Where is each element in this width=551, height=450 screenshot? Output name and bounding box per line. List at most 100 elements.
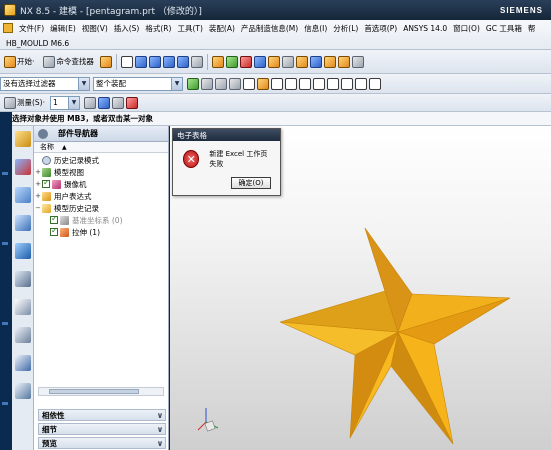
assembly-navigator-icon[interactable] <box>15 131 31 147</box>
tree-node-datum-csys[interactable]: 基准坐标系 (0) <box>34 214 168 226</box>
menu-insert[interactable]: 插入(S) <box>111 23 143 34</box>
column-name-label: 名称 <box>40 143 54 151</box>
intersection-icon[interactable] <box>313 77 325 90</box>
assembly-icon[interactable] <box>225 55 238 68</box>
wcs-icon[interactable] <box>126 96 138 109</box>
selection-filter-select[interactable]: 没有选择过滤器 ▼ <box>0 76 90 91</box>
tool-6-icon[interactable] <box>351 55 364 68</box>
mold-wizard-icon[interactable] <box>211 55 224 68</box>
scrollbar-thumb[interactable] <box>49 389 139 394</box>
tool-5-icon[interactable] <box>337 55 350 68</box>
select-feature-icon[interactable] <box>257 77 269 90</box>
horizontal-scrollbar[interactable] <box>38 387 164 396</box>
command-finder-button[interactable]: 命令查找器 <box>39 53 97 71</box>
details-panel[interactable]: 细节 ∨ <box>38 423 166 435</box>
snap-icon[interactable] <box>187 77 199 90</box>
part-navigator-icon[interactable] <box>15 187 31 203</box>
visibility-checkbox[interactable] <box>50 214 58 224</box>
gear-icon[interactable] <box>38 128 48 139</box>
revolve-icon[interactable] <box>148 55 161 68</box>
visibility-checkbox[interactable] <box>50 226 58 236</box>
show-hide-icon[interactable] <box>112 96 124 109</box>
wizard-icon[interactable] <box>99 55 112 68</box>
menu-tools[interactable]: 工具(T) <box>174 23 205 34</box>
component-icon[interactable] <box>239 55 252 68</box>
menu-format[interactable]: 格式(R) <box>142 23 174 34</box>
system-menu-icon[interactable] <box>3 23 13 33</box>
history-icon[interactable] <box>15 299 31 315</box>
tool-icon[interactable] <box>281 55 294 68</box>
folder-icon[interactable] <box>267 55 280 68</box>
web-browser-icon[interactable] <box>15 271 31 287</box>
tree-node-cameras[interactable]: + 摄像机 <box>34 178 168 190</box>
layer-settings-icon[interactable] <box>84 96 96 109</box>
visibility-checkbox[interactable] <box>42 178 50 188</box>
menu-window[interactable]: 窗口(O) <box>450 23 483 34</box>
tree-node-model-history[interactable]: − 模型历史记录 <box>34 202 168 214</box>
point-on-curve-icon[interactable] <box>369 77 381 90</box>
constraint-navigator-icon[interactable] <box>15 159 31 175</box>
curve-rule-icon[interactable] <box>215 77 227 90</box>
tree-node-extrude[interactable]: 拉伸 (1) <box>34 226 168 238</box>
tool-2-icon[interactable] <box>295 55 308 68</box>
menu-analysis[interactable]: 分析(L) <box>330 23 361 34</box>
layer-select[interactable]: 1 ▼ <box>50 95 80 110</box>
menu-file[interactable]: 文件(F) <box>16 23 47 34</box>
menu-pmi[interactable]: 产品制造信息(M) <box>238 23 301 34</box>
column-header-name[interactable]: 名称 ▲ <box>34 142 168 153</box>
process-studio-icon[interactable] <box>15 355 31 371</box>
arc-center-icon[interactable] <box>327 77 339 90</box>
preview-panel[interactable]: 预览 ∨ <box>38 437 166 449</box>
expand-icon[interactable]: + <box>34 180 42 188</box>
select-box-icon[interactable] <box>243 77 255 90</box>
boss-icon[interactable] <box>176 55 189 68</box>
selection-scope-select[interactable]: 整个装配 ▼ <box>93 76 183 91</box>
face-rule-icon[interactable] <box>229 77 241 90</box>
expand-icon[interactable]: + <box>34 192 42 200</box>
end-point-icon[interactable] <box>271 77 283 90</box>
menu-view[interactable]: 视图(V) <box>79 23 111 34</box>
new-file-icon[interactable] <box>120 55 133 68</box>
part-icon[interactable] <box>253 55 266 68</box>
move-to-layer-icon[interactable] <box>98 96 110 109</box>
start-button[interactable]: 开始· <box>0 53 37 71</box>
ok-button[interactable]: 确定(O) <box>231 177 271 189</box>
menu-assemblies[interactable]: 装配(A) <box>206 23 238 34</box>
menu-preferences[interactable]: 首选项(P) <box>361 23 400 34</box>
control-point-icon[interactable] <box>299 77 311 90</box>
measure-button[interactable]: 测量(S)· <box>0 94 48 111</box>
collapse-icon[interactable]: − <box>34 204 42 212</box>
point-icon[interactable] <box>201 77 213 90</box>
nx-app-icon[interactable] <box>4 4 16 16</box>
menu-information[interactable]: 信息(I) <box>301 23 330 34</box>
hd3d-tools-icon[interactable] <box>15 243 31 259</box>
menu-ansys[interactable]: ANSYS 14.0 <box>400 24 450 33</box>
dialog-title-bar[interactable]: 电子表格 <box>173 129 280 141</box>
title-bar: NX 8.5 - 建模 - [pentagram.prt （修改的）] SIEM… <box>0 0 551 20</box>
shell-icon[interactable] <box>190 55 203 68</box>
system-materials-icon[interactable] <box>15 327 31 343</box>
pentagram-star[interactable] <box>279 227 511 445</box>
tree-node-user-expressions[interactable]: + 用户表达式 <box>34 190 168 202</box>
module-menu[interactable]: HB_MOULD M6.6 <box>6 39 69 48</box>
chevron-down-icon: ▼ <box>171 77 182 90</box>
menu-edit[interactable]: 编辑(E) <box>47 23 79 34</box>
hole-icon[interactable] <box>162 55 175 68</box>
tree-node-model-views[interactable]: + 模型视图 <box>34 166 168 178</box>
tree-node-history-mode[interactable]: 历史记录模式 <box>34 154 168 166</box>
desktop-decoration <box>2 322 8 325</box>
menu-gc-toolkit[interactable]: GC 工具箱 <box>483 23 525 34</box>
existing-point-icon[interactable] <box>355 77 367 90</box>
tool-4-icon[interactable] <box>323 55 336 68</box>
extrude-icon[interactable] <box>134 55 147 68</box>
quadrant-icon[interactable] <box>341 77 353 90</box>
menu-help[interactable]: 帮 <box>525 23 539 34</box>
reuse-library-icon[interactable] <box>15 215 31 231</box>
start-label: 开始· <box>17 57 35 66</box>
dependencies-panel[interactable]: 相依性 ∨ <box>38 409 166 421</box>
utility-toolbar: 测量(S)· 1 ▼ <box>0 94 551 112</box>
expand-icon[interactable]: + <box>34 168 42 176</box>
mid-point-icon[interactable] <box>285 77 297 90</box>
tool-3-icon[interactable] <box>309 55 322 68</box>
roles-icon[interactable] <box>15 383 31 399</box>
